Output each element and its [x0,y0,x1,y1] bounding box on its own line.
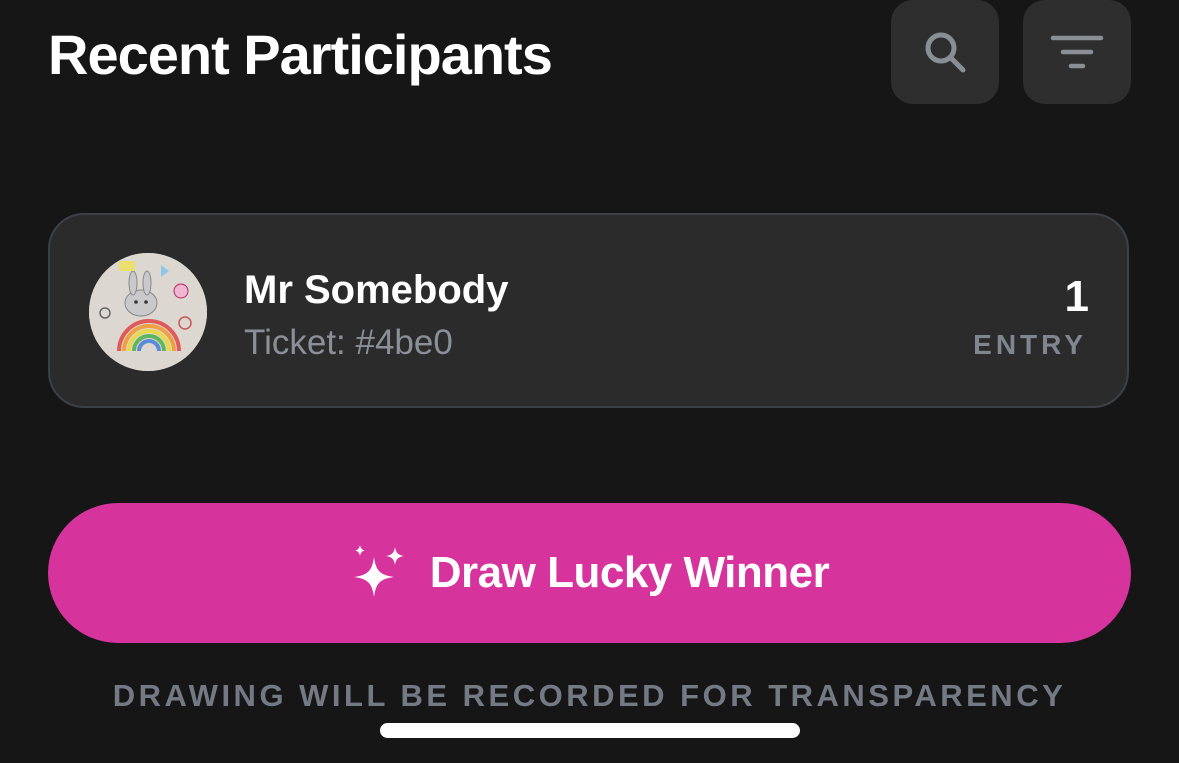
filter-button[interactable] [1023,0,1131,104]
filter-icon [1050,35,1104,69]
transparency-note: DRAWING WILL BE RECORDED FOR TRANSPARENC… [112,678,1067,713]
draw-button-label: Draw Lucky Winner [429,548,830,597]
sparkles-icon [353,545,404,597]
avatar [89,253,207,371]
search-button[interactable] [891,0,999,104]
draw-lucky-winner-button[interactable]: Draw Lucky Winner [48,503,1131,643]
entry-label: ENTRY [973,329,1087,360]
search-icon [925,32,966,73]
home-indicator[interactable] [380,723,800,738]
participants-screen: Recent Participants Mr Somebody Ticket: … [0,0,1179,763]
entry-count: 1 [1064,272,1089,321]
participant-ticket: Ticket: #4be0 [244,323,453,362]
page-title: Recent Participants [48,23,553,86]
participant-name: Mr Somebody [244,268,509,312]
drawing-avatar-image [89,253,207,371]
participant-card[interactable]: Mr Somebody Ticket: #4be0 1 ENTRY [48,213,1129,408]
